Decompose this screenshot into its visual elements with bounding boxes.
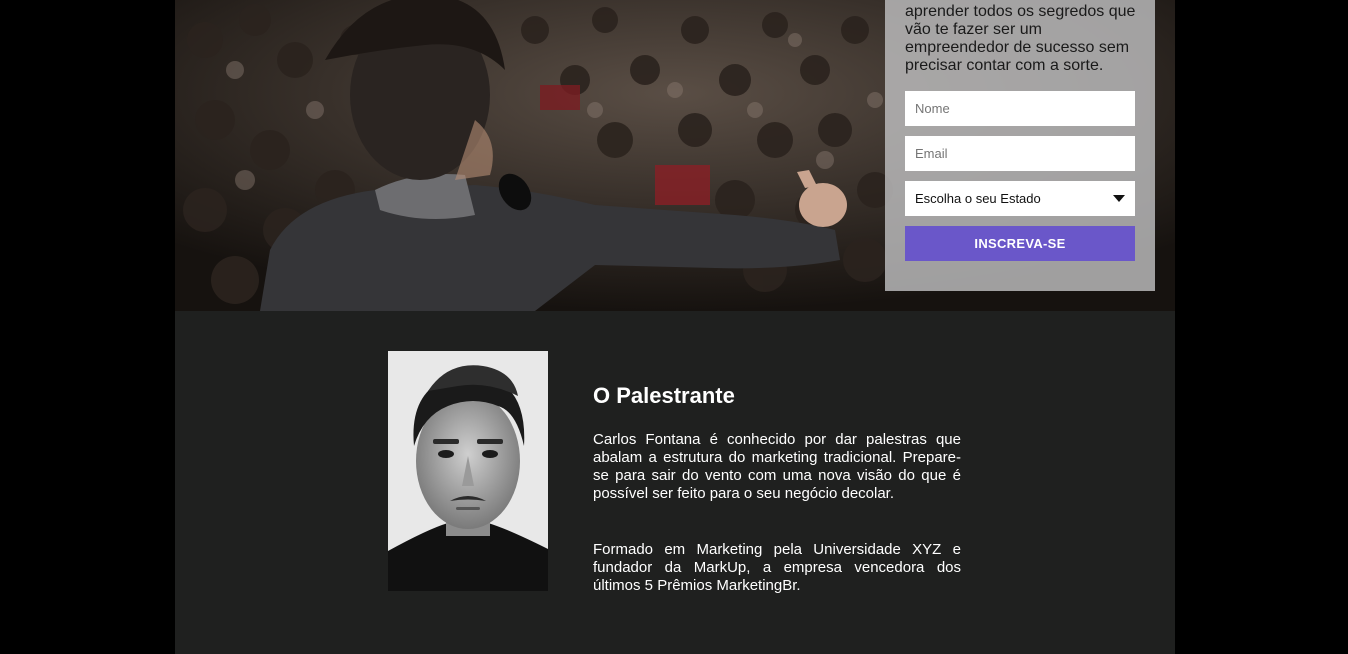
state-select[interactable]: Escolha o seu Estado (905, 181, 1135, 216)
form-intro-text: aprender todos os segredos que vão te fa… (905, 3, 1136, 74)
name-input[interactable] (905, 91, 1135, 126)
hero-section: aprender todos os segredos que vão te fa… (175, 0, 1175, 311)
speaker-portrait-image (388, 351, 548, 591)
landing-page: aprender todos os segredos que vão te fa… (175, 0, 1175, 654)
email-input[interactable] (905, 136, 1135, 171)
state-select-label: Escolha o seu Estado (915, 191, 1041, 206)
speaker-bio-paragraph-2: Formado em Marketing pela Universidade X… (593, 541, 961, 594)
speaker-section-title: O Palestrante (593, 383, 735, 408)
speaker-photo (388, 351, 548, 591)
subscribe-button[interactable]: INSCREVA-SE (905, 226, 1135, 261)
signup-form-panel: aprender todos os segredos que vão te fa… (885, 0, 1155, 291)
caret-down-icon (1113, 195, 1125, 202)
speaker-bio-paragraph-1: Carlos Fontana é conhecido por dar pales… (593, 431, 961, 502)
